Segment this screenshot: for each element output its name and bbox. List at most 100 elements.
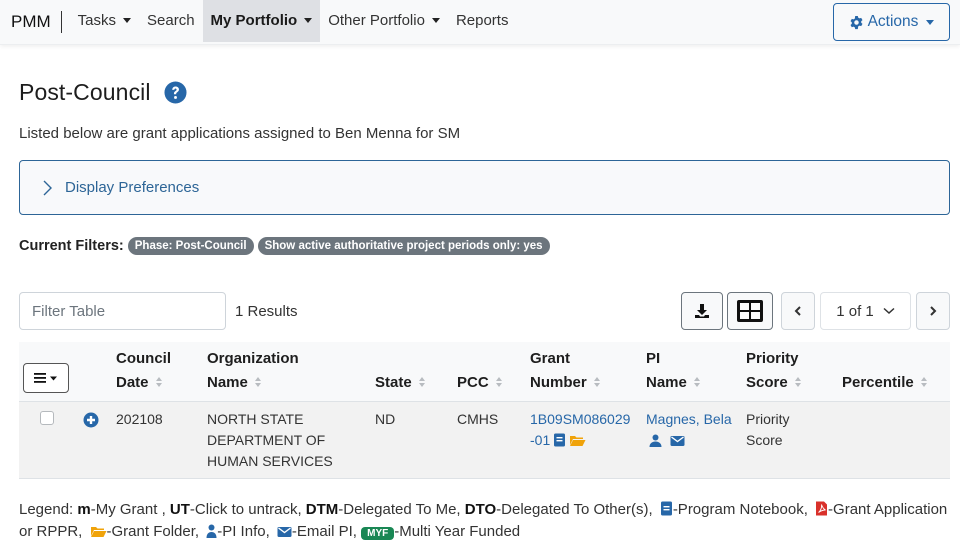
- sort-icon: [794, 377, 801, 387]
- sort-icon: [254, 377, 261, 387]
- legend: Legend: m-My Grant , UT-Click to untrack…: [19, 499, 950, 545]
- legend-key-dtm: DTM: [305, 501, 339, 518]
- table-row: 202108 NORTH STATE DEPARTMENT OF HUMAN S…: [19, 401, 950, 479]
- sort-icon: [155, 377, 162, 387]
- main-content: Post-Council Listed below are grant appl…: [0, 77, 960, 545]
- row-expand-cell: [77, 401, 110, 479]
- column-header-state[interactable]: State: [369, 342, 451, 402]
- column-header-percentile[interactable]: Percentile: [836, 342, 950, 402]
- legend-desc-m: -My Grant ,: [90, 501, 170, 518]
- legend-prefix: Legend:: [19, 501, 78, 518]
- brand-logo[interactable]: PMM: [0, 11, 62, 33]
- top-navbar: PMM Tasks Search My Portfolio Other Port…: [0, 0, 960, 45]
- cell-priority-score: Priority Score: [740, 401, 836, 479]
- current-filters-label: Current Filters:: [19, 238, 124, 254]
- grant-folder-icon: [90, 527, 107, 537]
- nav-reports[interactable]: Reports: [448, 0, 517, 42]
- column-header-council-date[interactable]: Council Date: [110, 342, 201, 402]
- pi-info-icon: [206, 524, 217, 538]
- pi-info-icon[interactable]: [649, 434, 662, 447]
- legend-key-m: m: [77, 501, 91, 518]
- column-header-pi-name[interactable]: PI Name: [640, 342, 740, 402]
- current-filters: Current Filters: Phase: Post-Council Sho…: [19, 237, 950, 255]
- caret-down-icon: [431, 18, 440, 23]
- header-line1: PI: [646, 350, 661, 367]
- grants-table: Council Date Organization Name State PCC…: [19, 342, 950, 479]
- cell-organization-name: NORTH STATE DEPARTMENT OF HUMAN SERVICES: [201, 401, 369, 479]
- expand-header: [77, 342, 110, 402]
- filter-table-input[interactable]: [19, 292, 226, 330]
- nav-other-portfolio-label: Other Portfolio: [328, 12, 425, 29]
- hamburger-menu-icon: [34, 373, 57, 383]
- nav-tasks-label: Tasks: [77, 12, 117, 29]
- email-icon: [277, 527, 292, 537]
- nav-search[interactable]: Search: [139, 0, 203, 42]
- display-preferences-toggle[interactable]: Display Preferences: [19, 160, 950, 215]
- header-line2: PCC: [457, 374, 489, 391]
- nav-tasks[interactable]: Tasks: [70, 0, 139, 42]
- nav-search-label: Search: [147, 12, 195, 29]
- myf-badge: MYF: [361, 527, 395, 540]
- page-select[interactable]: 1 of 1: [820, 292, 911, 330]
- gear-icon: [850, 15, 863, 29]
- row-checkbox[interactable]: [40, 411, 54, 425]
- nav-my-portfolio-label: My Portfolio: [210, 12, 298, 29]
- actions-label: Actions: [867, 13, 919, 30]
- column-header-pcc[interactable]: PCC: [451, 342, 524, 402]
- page-subtitle: Listed below are grant applications assi…: [19, 125, 461, 142]
- header-line2: Name: [207, 374, 248, 391]
- cell-state: ND: [369, 401, 451, 479]
- program-notebook-icon[interactable]: [553, 433, 566, 447]
- program-notebook-icon: [660, 501, 672, 516]
- column-menu-button[interactable]: [23, 363, 69, 393]
- next-page-button[interactable]: [916, 292, 950, 330]
- legend-desc-dto: -Delegated To Other(s),: [496, 501, 657, 518]
- nav-other-portfolio[interactable]: Other Portfolio: [320, 0, 448, 42]
- filter-badge-phase: Phase: Post-Council: [127, 237, 254, 255]
- table-toolbar: 1 Results: [19, 292, 950, 330]
- page-title: Post-Council: [19, 78, 151, 105]
- chevron-right-icon: [930, 306, 937, 316]
- display-preferences-label: Display Preferences: [65, 179, 200, 196]
- chevron-down-icon: [883, 307, 895, 315]
- download-button[interactable]: [681, 292, 723, 330]
- results-count: 1 Results: [235, 302, 298, 320]
- header-line1: Organization: [207, 350, 299, 367]
- nav-my-portfolio[interactable]: My Portfolio: [202, 0, 321, 42]
- legend-key-dto: DTO: [464, 501, 497, 518]
- title-row: Post-Council: [19, 77, 950, 107]
- chevron-left-icon: [794, 306, 801, 316]
- column-layout-button[interactable]: [727, 292, 773, 330]
- table-controls: 1 of 1: [681, 292, 950, 330]
- help-icon[interactable]: [164, 80, 187, 104]
- header-line1: Council: [116, 350, 171, 367]
- nav-reports-label: Reports: [455, 12, 509, 29]
- column-menu-header: [19, 342, 77, 402]
- pi-name-link[interactable]: Magnes, Bela: [646, 411, 732, 427]
- row-select-cell: [19, 401, 77, 479]
- column-header-priority-score[interactable]: Priority Score: [740, 342, 836, 402]
- cell-pi-name: Magnes, Bela: [640, 401, 740, 479]
- expand-plus-icon[interactable]: [83, 412, 99, 428]
- cell-grant-number: 1B09SM086029-01: [524, 401, 640, 479]
- previous-page-button[interactable]: [781, 292, 815, 330]
- header-line2: Number: [530, 374, 587, 391]
- email-pi-icon[interactable]: [670, 435, 685, 447]
- cell-pcc: CMHS: [451, 401, 524, 479]
- legend-key-ut: UT: [169, 501, 190, 518]
- legend-desc-dtm: -Delegated To Me,: [338, 501, 465, 518]
- caret-down-icon: [123, 18, 132, 23]
- header-line2: Date: [116, 374, 149, 391]
- header-line2: Score: [746, 374, 788, 391]
- sort-icon: [418, 377, 425, 387]
- caret-down-icon: [926, 19, 935, 25]
- table-header-row: Council Date Organization Name State PCC…: [19, 342, 950, 402]
- pdf-file-icon: [816, 501, 828, 516]
- legend-desc-notebook: -Program Notebook,: [672, 501, 813, 518]
- grant-folder-icon[interactable]: [569, 434, 586, 447]
- table-grid-icon: [737, 300, 763, 322]
- cell-percentile: [836, 401, 950, 479]
- column-header-organization-name[interactable]: Organization Name: [201, 342, 369, 402]
- actions-button[interactable]: Actions: [833, 3, 950, 41]
- column-header-grant-number[interactable]: Grant Number: [524, 342, 640, 402]
